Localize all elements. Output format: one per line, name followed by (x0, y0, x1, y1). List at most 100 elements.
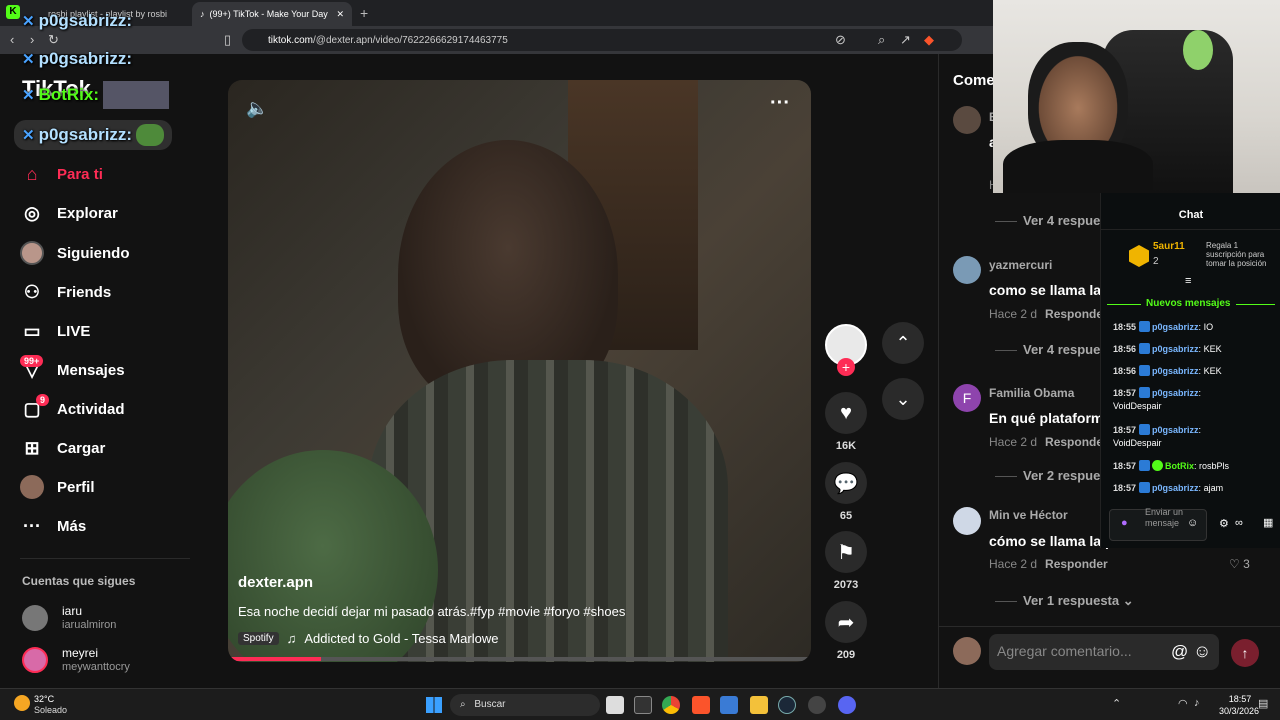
mention-icon[interactable]: @ (1171, 642, 1188, 662)
url-field[interactable]: tiktok.com /@dexter.apn/video/7622266629… (242, 29, 962, 51)
heart-icon: ♥ (840, 401, 852, 424)
avatar[interactable]: F (953, 384, 981, 412)
sidebar-item-label: Cargar (57, 439, 106, 457)
taskbar-search[interactable]: ⌕ Buscar (450, 694, 600, 716)
music-row[interactable]: Spotify ♫ Addicted to Gold - Tessa Marlo… (238, 631, 498, 646)
message-user[interactable]: p0gsabrizz (1152, 322, 1199, 332)
avatar[interactable] (953, 256, 981, 284)
discord-icon[interactable] (838, 696, 856, 714)
shield-icon[interactable]: ◆ (924, 32, 934, 48)
avatar[interactable] (953, 507, 981, 535)
weather-icon[interactable] (14, 695, 30, 711)
brave-icon[interactable] (692, 696, 710, 714)
task-view-icon[interactable] (606, 696, 624, 714)
chat-input-placeholder: Enviar un mensaje (1145, 507, 1184, 528)
sidebar-item-perfil[interactable]: Perfil (20, 474, 95, 500)
clock-time[interactable]: 18:57 (1220, 694, 1260, 704)
post-comment-button[interactable]: ↑ (1231, 639, 1259, 667)
kick-badge-icon (1139, 387, 1151, 398)
sidebar-item-friends[interactable]: ⚇ Friends (20, 279, 111, 305)
close-tab-icon[interactable]: ✕ (336, 9, 344, 20)
following-account[interactable]: iaru iarualmiron (22, 604, 116, 632)
bookmark-icon: ⚑ (837, 541, 855, 564)
comments-title: Come (953, 72, 995, 89)
message-user[interactable]: p0gsabrizz (1152, 388, 1199, 398)
message-user[interactable]: BotRix (1165, 461, 1194, 471)
new-tab-button[interactable]: + (360, 5, 368, 21)
settings-icon[interactable]: ⚙ (1219, 517, 1229, 530)
filter-icon[interactable]: ≡ (1185, 275, 1191, 287)
comment-button[interactable]: 💬 (825, 462, 867, 504)
video-player[interactable]: 🔈 ··· dexter.apn Esa noche decidí dejar … (228, 80, 811, 662)
emoji-icon[interactable]: ☺ (1193, 641, 1211, 662)
weather-temp[interactable]: 32°C (34, 694, 54, 704)
message-user[interactable]: p0gsabrizz (1152, 366, 1199, 376)
tab-label: (99+) TikTok - Make Your Day (209, 9, 328, 19)
emote-icon[interactable]: ☺ (1187, 517, 1198, 529)
steam-icon[interactable] (778, 696, 796, 714)
comment-like[interactable]: ♡ 3 (1229, 557, 1250, 571)
share-icon[interactable]: ↗ (900, 32, 911, 48)
share-icon: ➦ (837, 611, 855, 634)
kick-icon: ✕ (22, 51, 35, 68)
follow-plus-icon[interactable]: + (837, 358, 855, 376)
reply-button[interactable]: Responder (1045, 557, 1108, 571)
next-video-button[interactable]: ⌄ (882, 378, 924, 420)
windows-start-icon[interactable] (426, 697, 442, 713)
file-explorer-icon[interactable] (750, 696, 768, 714)
sidebar-item-live[interactable]: ▭ LIVE (20, 318, 90, 344)
sidebar-item-explorar[interactable]: ◎ Explorar (20, 200, 118, 226)
view-replies[interactable]: Ver 2 respues (995, 468, 1108, 483)
app-icon[interactable] (808, 696, 826, 714)
tab-tiktok[interactable]: ♪ (99+) TikTok - Make Your Day ✕ (192, 2, 352, 26)
microphone-icon[interactable]: ● (1121, 517, 1128, 529)
sidebar-item-para-ti[interactable]: ⌂ Para ti (20, 161, 103, 187)
forward-icon[interactable]: › (30, 32, 34, 48)
notification-icon[interactable]: ▤ (1258, 697, 1268, 710)
sidebar-item-mas[interactable]: ··· Más (20, 513, 86, 539)
video-author[interactable]: dexter.apn (238, 574, 313, 591)
view-replies[interactable]: Ver 1 respuesta ⌄ (995, 593, 1134, 609)
bookmark-icon[interactable]: ▯ (224, 32, 231, 48)
reply-button[interactable]: Responder (1045, 307, 1108, 321)
following-account[interactable]: meyrei meywanttocry (22, 646, 130, 674)
wifi-icon[interactable]: ◠ (1178, 697, 1188, 710)
progress-track[interactable] (228, 657, 811, 661)
windows-taskbar: 32°C Soleado ⌕ Buscar ⌃ ◠ ♪ 18:57 30/3/2… (0, 688, 1280, 720)
chat-header-divider (1101, 229, 1280, 230)
webcam-overlay (993, 0, 1280, 193)
reload-icon[interactable]: ↻ (48, 32, 59, 48)
comment-user[interactable]: yazmercuri (989, 258, 1052, 272)
avatar[interactable] (953, 106, 981, 134)
extensions-icon[interactable]: ⊘ (835, 32, 846, 48)
chrome-icon[interactable] (662, 696, 680, 714)
tray-chevron-icon[interactable]: ⌃ (1112, 697, 1121, 710)
volume-icon[interactable]: 🔈 (246, 98, 268, 119)
comment-user[interactable]: Min ve Héctor (989, 508, 1068, 522)
epic-games-icon[interactable] (634, 696, 652, 714)
infinity-icon[interactable]: ∞ (1235, 517, 1243, 529)
comment-time: Hace 2 d (989, 435, 1038, 449)
chat-message: 18:55 p0gsabrizz: IO (1113, 321, 1214, 332)
message-user[interactable]: p0gsabrizz (1152, 425, 1199, 435)
volume-tray-icon[interactable]: ♪ (1194, 697, 1200, 709)
back-icon[interactable]: ‹ (10, 32, 14, 48)
sidebar-item-cargar[interactable]: ⊞ Cargar (20, 435, 105, 461)
reply-button[interactable]: Responder (1045, 435, 1108, 449)
view-replies[interactable]: Ver 4 respues (995, 213, 1108, 228)
store-app-icon[interactable] (720, 696, 738, 714)
message-user[interactable]: p0gsabrizz (1152, 483, 1199, 493)
message-user[interactable]: p0gsabrizz (1152, 344, 1199, 354)
message-text: rosbPls (1199, 461, 1230, 471)
comment-user[interactable]: Familia Obama (989, 386, 1074, 400)
activity-badge: 9 (36, 394, 50, 406)
like-button[interactable]: ♥ (825, 392, 867, 434)
save-button[interactable]: ⚑ (825, 531, 867, 573)
share-button[interactable]: ➦ (825, 601, 867, 643)
store-icon[interactable]: ▦ (1263, 516, 1273, 529)
view-replies[interactable]: Ver 4 respues (995, 342, 1108, 357)
previous-video-button[interactable]: ⌃ (882, 322, 924, 364)
more-options-icon[interactable]: ··· (770, 92, 790, 115)
zoom-icon[interactable]: ⌕ (878, 32, 885, 48)
sidebar-item-siguiendo[interactable]: Siguiendo (20, 240, 130, 266)
